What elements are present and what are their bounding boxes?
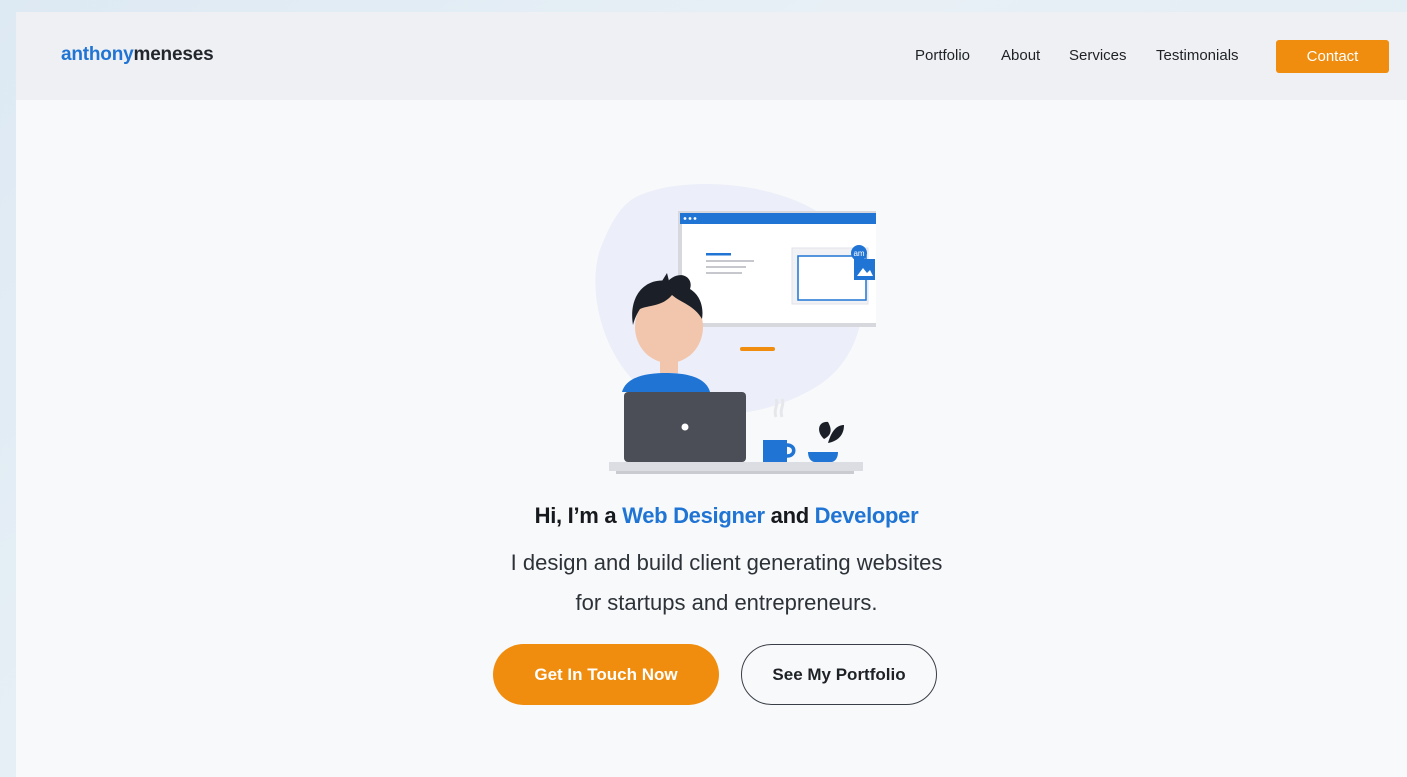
logo-first-part: anthony [61,44,134,65]
page: anthonymeneses Portfolio About Services … [16,12,1407,777]
nav-link-portfolio[interactable]: Portfolio [915,47,970,64]
headline-highlight-developer: Developer [814,503,919,528]
nav-link-services[interactable]: Services [1069,47,1127,64]
hero-headline: Hi, I’m a Web Designer and Developer [16,503,1407,529]
get-in-touch-button[interactable]: Get In Touch Now [493,644,719,705]
contact-button[interactable]: Contact [1276,40,1389,73]
badge-initials: am [853,249,864,258]
site-logo[interactable]: anthonymeneses [61,44,214,66]
top-nav: anthonymeneses Portfolio About Services … [16,12,1407,100]
nav-link-testimonials[interactable]: Testimonials [1156,47,1239,64]
headline-part2: and [764,503,815,528]
see-portfolio-button[interactable]: See My Portfolio [741,644,937,705]
hero-subtitle-line2: for startups and entrepreneurs. [575,590,878,615]
headline-highlight-web-designer: Web Designer [622,503,765,528]
nav-link-about[interactable]: About [1001,47,1040,64]
hero-subtitle-line1: I design and build client generating web… [510,550,943,575]
hero-illustration: am [595,184,876,474]
headline-part1: Hi, I’m a [534,503,623,528]
logo-second-part: meneses [133,44,214,65]
